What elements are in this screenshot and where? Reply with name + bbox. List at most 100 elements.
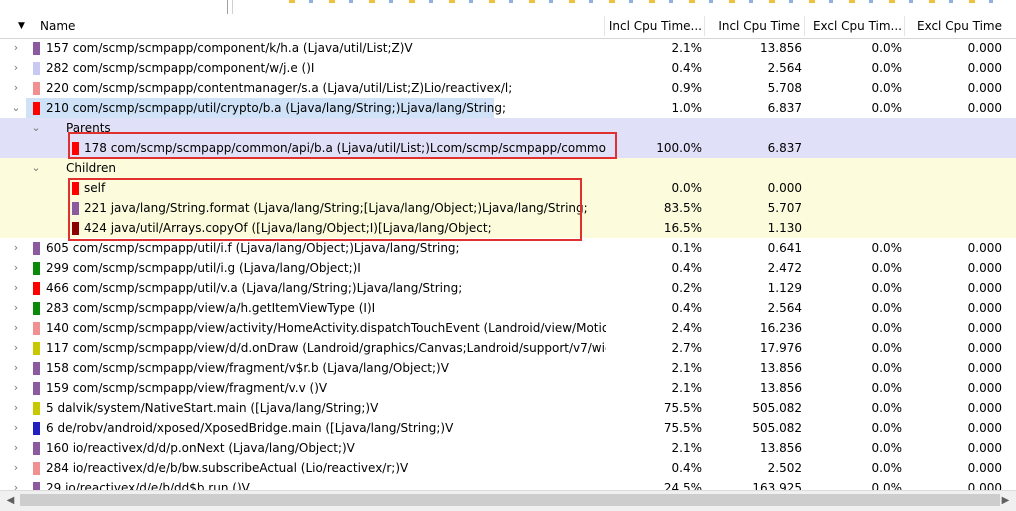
table-row[interactable]: › 283 com/scmp/scmpapp/view/a/h.getItemVi… [0, 298, 1016, 318]
incl-cpu-cell: 2.472 [767, 261, 802, 275]
column-excl-cpu-header[interactable]: Excl Cpu Time [906, 14, 1002, 38]
column-header: ▼ Name Incl Cpu Time... Incl Cpu Time Ex… [0, 14, 1016, 39]
incl-cpu-pct-cell: 16.5% [663, 221, 702, 235]
scroll-right-icon[interactable]: ▶ [997, 491, 1014, 511]
incl-cpu-cell: 16.236 [760, 321, 802, 335]
incl-cpu-cell: 5.707 [767, 201, 802, 215]
table-row[interactable]: › 157 com/scmp/scmpapp/component/k/h.a (L… [0, 38, 1016, 58]
expand-chevron-icon[interactable]: › [10, 318, 22, 338]
method-name: 299 com/scmp/scmpapp/util/i.g (Ljava/lan… [46, 261, 361, 275]
method-name: 159 com/scmp/scmpapp/view/fragment/v.v (… [46, 381, 328, 395]
table-row[interactable]: › 6 de/robv/android/xposed/XposedBridge.m… [0, 418, 1016, 438]
color-swatch [33, 302, 40, 315]
column-divider[interactable] [804, 16, 805, 36]
incl-cpu-cell: 5.708 [767, 81, 802, 95]
color-swatch [33, 442, 40, 455]
excl-cpu-cell: 0.000 [967, 401, 1002, 415]
scrollbar-thumb[interactable] [20, 494, 1000, 506]
method-name: 282 com/scmp/scmpapp/component/w/j.e ()I [46, 61, 315, 75]
method-name: 29 io/reactivex/d/e/b/dd$b.run ()V [46, 481, 250, 490]
expand-chevron-icon[interactable]: › [10, 478, 22, 490]
table-row[interactable]: › 159 com/scmp/scmpapp/view/fragment/v.v … [0, 378, 1016, 398]
excl-cpu-pct-cell: 0.0% [871, 341, 903, 355]
incl-cpu-cell: 2.564 [767, 301, 802, 315]
expand-chevron-icon[interactable]: › [10, 378, 22, 398]
children-group-row[interactable]: ⌄ Children [0, 158, 1016, 178]
table-row[interactable]: › 117 com/scmp/scmpapp/view/d/d.onDraw (L… [0, 338, 1016, 358]
collapse-chevron-icon[interactable]: ⌄ [10, 98, 22, 118]
table-row[interactable]: › 466 com/scmp/scmpapp/util/v.a (Ljava/la… [0, 278, 1016, 298]
column-incl-cpu-pct-header[interactable]: Incl Cpu Time... [606, 14, 702, 38]
table-row[interactable]: › 605 com/scmp/scmpapp/util/i.f (Ljava/la… [0, 238, 1016, 258]
column-divider[interactable] [904, 16, 905, 36]
excl-cpu-cell: 0.000 [967, 461, 1002, 475]
column-divider[interactable] [704, 16, 705, 36]
column-name-header[interactable]: Name [40, 14, 75, 38]
method-name: 605 com/scmp/scmpapp/util/i.f (Ljava/lan… [46, 241, 460, 255]
incl-cpu-cell: 2.502 [767, 461, 802, 475]
table-row[interactable]: › 140 com/scmp/scmpapp/view/activity/Home… [0, 318, 1016, 338]
table-row[interactable]: › 299 com/scmp/scmpapp/util/i.g (Ljava/la… [0, 258, 1016, 278]
collapse-chevron-icon[interactable]: ⌄ [30, 118, 42, 138]
scroll-left-icon[interactable]: ◀ [2, 491, 19, 511]
expand-chevron-icon[interactable]: › [10, 78, 22, 98]
excl-cpu-pct-cell: 0.0% [871, 401, 903, 415]
splitter[interactable] [227, 0, 228, 14]
column-excl-cpu-pct-header[interactable]: Excl Cpu Tim... [806, 14, 902, 38]
expand-chevron-icon[interactable]: › [10, 358, 22, 378]
excl-cpu-pct-cell: 0.0% [871, 321, 903, 335]
expand-chevron-icon[interactable]: › [10, 438, 22, 458]
expand-chevron-icon[interactable]: › [10, 258, 22, 278]
color-swatch [33, 82, 40, 95]
incl-cpu-cell: 0.000 [767, 181, 802, 195]
expand-chevron-icon[interactable]: › [10, 238, 22, 258]
incl-cpu-cell: 0.641 [767, 241, 802, 255]
expand-chevron-icon[interactable]: › [10, 458, 22, 478]
incl-cpu-pct-cell: 75.5% [663, 401, 702, 415]
profile-tree-table[interactable]: › 157 com/scmp/scmpapp/component/k/h.a (L… [0, 38, 1016, 490]
sort-down-icon[interactable]: ▼ [18, 14, 28, 38]
expand-chevron-icon[interactable]: › [10, 398, 22, 418]
color-swatch [33, 462, 40, 475]
table-row[interactable]: › 158 com/scmp/scmpapp/view/fragment/v$r.… [0, 358, 1016, 378]
excl-cpu-cell: 0.000 [967, 241, 1002, 255]
timeline-strip [289, 0, 1009, 3]
incl-cpu-pct-cell: 2.7% [671, 341, 703, 355]
excl-cpu-cell: 0.000 [967, 441, 1002, 455]
excl-cpu-pct-cell: 0.0% [871, 361, 903, 375]
method-name: 157 com/scmp/scmpapp/component/k/h.a (Lj… [46, 41, 413, 55]
color-swatch [33, 102, 40, 115]
incl-cpu-pct-cell: 1.0% [671, 101, 703, 115]
expand-chevron-icon[interactable]: › [10, 418, 22, 438]
expand-chevron-icon[interactable]: › [10, 58, 22, 78]
excl-cpu-cell: 0.000 [967, 481, 1002, 490]
table-row[interactable]: › 220 com/scmp/scmpapp/contentmanager/s.a… [0, 78, 1016, 98]
table-row[interactable]: › 160 io/reactivex/d/d/p.onNext (Ljava/la… [0, 438, 1016, 458]
excl-cpu-pct-cell: 0.0% [871, 41, 903, 55]
incl-cpu-pct-cell: 0.4% [671, 61, 703, 75]
column-incl-cpu-header[interactable]: Incl Cpu Time [706, 14, 800, 38]
incl-cpu-cell: 13.856 [760, 441, 802, 455]
incl-cpu-cell: 13.856 [760, 381, 802, 395]
excl-cpu-cell: 0.000 [967, 261, 1002, 275]
expand-chevron-icon[interactable]: › [10, 338, 22, 358]
incl-cpu-cell: 13.856 [760, 41, 802, 55]
table-row-selected[interactable]: ⌄ 210 com/scmp/scmpapp/util/crypto/b.a (L… [0, 98, 1016, 118]
incl-cpu-pct-cell: 100.0% [656, 141, 702, 155]
expand-chevron-icon[interactable]: › [10, 38, 22, 58]
table-row[interactable]: › 284 io/reactivex/d/e/b/bw.subscribeActu… [0, 458, 1016, 478]
expand-chevron-icon[interactable]: › [10, 278, 22, 298]
excl-cpu-cell: 0.000 [967, 361, 1002, 375]
excl-cpu-pct-cell: 0.0% [871, 381, 903, 395]
column-divider[interactable] [604, 16, 605, 36]
expand-chevron-icon[interactable]: › [10, 298, 22, 318]
excl-cpu-cell: 0.000 [967, 101, 1002, 115]
table-row[interactable]: › 5 dalvik/system/NativeStart.main ([Ljav… [0, 398, 1016, 418]
excl-cpu-pct-cell: 0.0% [871, 281, 903, 295]
incl-cpu-pct-cell: 0.2% [671, 281, 703, 295]
excl-cpu-pct-cell: 0.0% [871, 481, 903, 490]
horizontal-scrollbar[interactable]: ◀ ▶ [0, 490, 1016, 511]
table-row[interactable]: › 29 io/reactivex/d/e/b/dd$b.run ()V 24.5%… [0, 478, 1016, 490]
collapse-chevron-icon[interactable]: ⌄ [30, 158, 42, 178]
table-row[interactable]: › 282 com/scmp/scmpapp/component/w/j.e ()… [0, 58, 1016, 78]
